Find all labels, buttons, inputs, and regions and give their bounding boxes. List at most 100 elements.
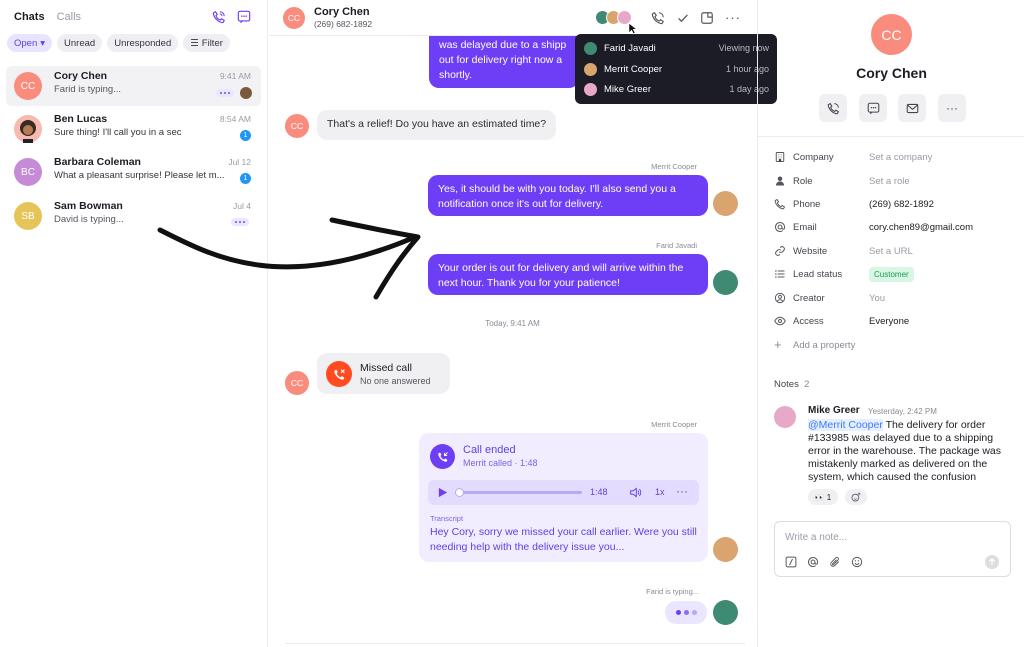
send-note-button[interactable] [985,555,999,569]
emoji-icon[interactable] [851,556,863,568]
missed-call-card: Missed call No one answered [317,353,450,394]
more-options-button[interactable]: ··· [938,94,966,122]
message-bubble: was delayed due to a shipp out for deliv… [429,30,579,88]
message-bubble: That's a relief! Do you have an estimate… [317,110,557,140]
audio-progress-track[interactable] [456,491,582,494]
note-mention[interactable]: @Merrit Cooper [808,419,883,431]
open-filter-dropdown[interactable]: Open ▾ [7,34,53,52]
viewer-row: Mike Greer 1 day ago [584,82,769,96]
tab-calls[interactable]: Calls [57,11,81,23]
transcript-label: Transcript [430,514,464,523]
avatar: CC [14,72,42,100]
chat-item-ben-lucas[interactable]: Ben Lucas Sure thing! I'll call you in a… [6,109,261,149]
building-icon [775,152,785,162]
check-icon[interactable] [676,11,690,25]
typing-bubble [665,601,707,624]
sender-avatar [713,600,738,625]
chat-name: Barbara Coleman [54,156,141,168]
note-author: Mike Greer [808,405,860,416]
volume-icon[interactable] [629,486,642,499]
annotation-arrow [157,217,421,300]
mouse-cursor-icon [628,22,637,35]
slash-command-icon[interactable] [785,556,797,568]
more-icon[interactable]: ··· [725,10,741,25]
reaction-count: 1 [826,492,832,502]
contact-avatar-large: CC [871,14,912,55]
sender-avatar [713,191,738,216]
chat-time: Jul 12 [228,157,251,167]
unread-filter[interactable]: Unread [57,34,103,52]
avatar [584,62,597,76]
date-divider: Today, 9:41 AM [485,319,540,328]
add-property-button[interactable]: + Add a property [774,337,1014,353]
more-icon[interactable]: ··· [676,484,688,498]
reaction-chip[interactable]: 👀 1 [808,489,838,505]
viewer-avatars[interactable] [595,10,632,25]
composer-edge [285,643,745,647]
property-creator: Creator You [774,290,1014,306]
unresponded-filter[interactable]: Unresponded [107,34,179,52]
snooze-icon[interactable] [700,11,714,25]
tab-chats[interactable]: Chats [14,11,45,23]
audio-player: 1:48 1x ··· [428,480,699,505]
property-role[interactable]: Role Set a role [774,173,1014,189]
message-sender: Merrit Cooper [651,162,697,171]
contact-panel: CC Cory Chen ··· Company Set a company R… [757,0,1024,647]
eyes-emoji-icon: 👀 [814,492,825,502]
property-company[interactable]: Company Set a company [774,149,1014,165]
filter-icon: ☰ [190,37,199,49]
mention-icon[interactable] [807,556,819,568]
property-label: Role [793,175,813,187]
lead-status-tag: Customer [869,266,914,282]
audio-scrubber[interactable] [455,488,464,497]
attachment-icon[interactable] [829,556,841,568]
add-reaction-button[interactable] [845,489,867,505]
contact-name[interactable]: Cory Chen [314,6,370,18]
property-lead-status[interactable]: Lead status Customer [774,266,1014,282]
divider [758,136,1024,137]
call-icon[interactable] [651,11,665,25]
audio-duration: 1:48 [590,487,608,497]
missed-call-icon [326,361,352,387]
avatar [584,82,597,96]
call-button[interactable] [819,94,847,122]
chevron-down-icon: ▾ [40,37,46,49]
viewer-name: Merrit Cooper [604,63,663,75]
property-access[interactable]: Access Everyone [774,313,1014,329]
filter-button[interactable]: ☰ Filter [183,34,230,52]
at-icon [775,222,785,232]
property-website[interactable]: Website Set a URL [774,243,1014,259]
property-label: Phone [793,198,821,210]
note-input[interactable]: Write a note... [774,521,1011,577]
chat-time: 8:54 AM [219,114,251,124]
add-property-label: Add a property [793,339,856,351]
chat-preview: Sure thing! I'll call you in a sec [54,127,182,138]
avatar [584,41,597,55]
property-value: (269) 682-1892 [869,198,934,210]
message-button[interactable] [859,94,887,122]
missed-call-title: Missed call [360,362,412,374]
compose-icon[interactable] [237,10,251,24]
viewer-name: Farid Javadi [604,42,656,54]
play-icon[interactable] [437,487,448,498]
unread-badge: 1 [240,130,251,141]
phone-icon[interactable] [212,10,226,24]
property-phone[interactable]: Phone (269) 682-1892 [774,196,1014,212]
open-filter-label: Open [14,37,38,49]
property-email[interactable]: Email cory.chen89@gmail.com [774,219,1014,235]
viewer-row: Merrit Cooper 1 hour ago [584,62,769,76]
playback-speed[interactable]: 1x [655,487,665,497]
sender-avatar [713,537,738,562]
user-circle-icon [774,292,786,304]
property-label: Company [793,151,834,163]
plus-icon: + [774,337,782,352]
chat-item-cory-chen[interactable]: CC Cory Chen Farid is typing... 9:41 AM [6,66,261,106]
email-button[interactable] [898,94,926,122]
note-author-avatar [774,406,796,428]
property-label: Lead status [793,268,843,280]
chat-item-barbara-coleman[interactable]: BC Barbara Coleman What a pleasant surpr… [6,152,261,192]
viewer-row: Farid Javadi Viewing now [584,41,769,55]
call-ended-title: Call ended [463,444,516,456]
message-bubble: Your order is out for delivery and will … [428,254,708,295]
chat-time: 9:41 AM [219,71,251,81]
